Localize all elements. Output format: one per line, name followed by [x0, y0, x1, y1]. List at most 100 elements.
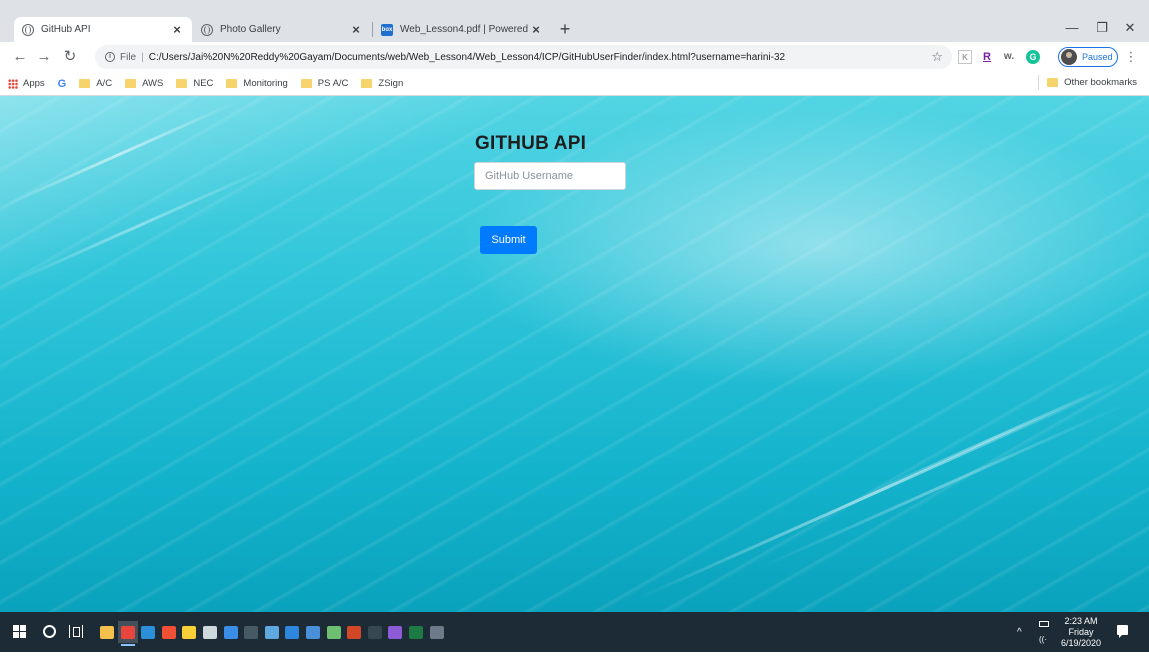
taskbar-app-git-icon[interactable]: [159, 621, 179, 643]
folder-icon: [361, 79, 373, 88]
taskbar-app-github-desktop-icon[interactable]: [385, 621, 405, 643]
excel-icon: [409, 625, 423, 639]
settings-icon: [203, 625, 217, 639]
taskbar-app-remote-desktop-icon[interactable]: [303, 621, 323, 643]
box-icon: box: [381, 23, 393, 36]
terminal-icon: [368, 625, 382, 639]
url-separator: |: [141, 51, 144, 63]
tab-title: Web_Lesson4.pdf | Powered by B: [400, 24, 529, 35]
profile-status-label: Paused: [1082, 52, 1113, 62]
submit-button[interactable]: Submit: [480, 226, 537, 254]
bookmark-google[interactable]: G: [58, 78, 67, 90]
bookmark-star-icon[interactable]: ☆: [931, 49, 943, 65]
browser-chrome: GitHub API × Photo Gallery × box Web_Les…: [0, 0, 1149, 96]
background-streak: [859, 378, 1126, 499]
tab-strip: GitHub API × Photo Gallery × box Web_Les…: [0, 0, 1149, 42]
notification-icon[interactable]: [1117, 625, 1128, 638]
search-icon[interactable]: [43, 625, 56, 638]
minimize-button[interactable]: —: [1057, 18, 1087, 38]
tab-github-api[interactable]: GitHub API ×: [14, 17, 192, 42]
vscode-icon: [141, 625, 155, 639]
bookmark-label: PS A/C: [317, 78, 349, 89]
url-text[interactable]: C:/Users/Jai%20N%20Reddy%20Gayam/Documen…: [149, 52, 932, 63]
username-input[interactable]: [474, 162, 626, 190]
taskbar-app-sticky-notes-icon[interactable]: [179, 621, 199, 643]
bookmark-label: Apps: [23, 78, 45, 89]
extension-r-icon[interactable]: R: [980, 50, 994, 64]
bookmark-folder-zsign[interactable]: ZSign: [361, 78, 403, 89]
task-view-icon[interactable]: [69, 625, 83, 638]
folder-icon: [79, 79, 91, 88]
taskbar-app-snip-tool-icon[interactable]: [427, 621, 447, 643]
background-streak: [0, 164, 275, 289]
taskbar-app-settings-icon[interactable]: [200, 621, 220, 643]
extension-w-icon[interactable]: w.: [1002, 50, 1016, 64]
taskbar-app-photos-icon[interactable]: [282, 621, 302, 643]
apps-grid-icon: [8, 78, 18, 89]
address-bar[interactable]: i File | C:/Users/Jai%20N%20Reddy%20Gaya…: [95, 45, 952, 69]
close-icon[interactable]: ×: [170, 22, 184, 37]
system-clock[interactable]: 2:23 AM Friday 6/19/2020: [1058, 616, 1104, 649]
browser-toolbar: ← → ↻ i File | C:/Users/Jai%20N%20Reddy%…: [0, 42, 1149, 72]
edge-icon: [224, 625, 238, 639]
photos-icon: [285, 625, 299, 639]
bookmark-label: AWS: [142, 78, 164, 89]
other-bookmarks-label: Other bookmarks: [1064, 77, 1137, 88]
profile-button[interactable]: Paused: [1058, 47, 1118, 67]
bookmark-folder-nec[interactable]: NEC: [176, 78, 213, 89]
bookmark-folder-ps-ac[interactable]: PS A/C: [300, 78, 349, 89]
powerpoint-icon: [347, 625, 361, 639]
bookmark-folder-monitoring[interactable]: Monitoring: [226, 78, 288, 89]
back-arrow-icon[interactable]: ←: [10, 47, 30, 67]
snip-tool-icon: [430, 625, 444, 639]
folder-icon: [176, 79, 188, 88]
other-bookmarks[interactable]: Other bookmarks: [1038, 75, 1137, 90]
media-player-icon: [244, 625, 258, 639]
close-icon[interactable]: ×: [349, 22, 363, 37]
info-icon[interactable]: i: [105, 52, 115, 62]
bookmark-apps[interactable]: Apps: [8, 78, 45, 89]
taskbar-app-calculator-icon[interactable]: [324, 621, 344, 643]
reload-icon[interactable]: ↻: [60, 47, 80, 67]
taskbar-app-excel-icon[interactable]: [406, 621, 426, 643]
tab-photo-gallery[interactable]: Photo Gallery ×: [193, 17, 371, 42]
bookmark-folder-aws[interactable]: AWS: [125, 78, 163, 89]
taskbar-app-powerpoint-icon[interactable]: [344, 621, 364, 643]
taskbar-app-terminal-icon[interactable]: [365, 621, 385, 643]
extension-grammarly-icon[interactable]: G: [1026, 50, 1040, 64]
tab-web-lesson-pdf[interactable]: box Web_Lesson4.pdf | Powered by B ×: [373, 17, 551, 42]
globe-icon: [201, 23, 213, 36]
new-tab-button[interactable]: +: [555, 20, 575, 40]
taskbar-app-paint-icon[interactable]: [262, 621, 282, 643]
clock-date: 6/19/2020: [1060, 638, 1102, 648]
tab-title: GitHub API: [41, 24, 91, 35]
git-icon: [162, 625, 176, 639]
battery-icon[interactable]: [1039, 621, 1049, 627]
extension-k-icon[interactable]: K: [958, 50, 972, 64]
close-window-button[interactable]: ✕: [1115, 18, 1145, 38]
wifi-icon[interactable]: ((·: [1039, 635, 1047, 644]
taskbar-app-file-explorer-icon[interactable]: [97, 621, 117, 643]
chevron-up-icon[interactable]: ^: [1017, 627, 1022, 638]
forward-arrow-icon[interactable]: →: [34, 47, 54, 67]
taskbar-app-vscode-icon[interactable]: [138, 621, 158, 643]
background-streak: [0, 100, 239, 209]
taskbar-app-chrome-icon[interactable]: [118, 621, 138, 646]
chrome-icon: [121, 625, 135, 639]
folder-icon: [300, 79, 312, 88]
google-icon: G: [57, 77, 67, 90]
paint-icon: [265, 625, 279, 639]
page-viewport: GITHUB API Submit: [0, 96, 1149, 612]
bookmark-label: Monitoring: [243, 78, 288, 89]
url-scheme-label: File: [120, 51, 137, 63]
windows-start-icon[interactable]: [13, 625, 27, 639]
taskbar-app-edge-icon[interactable]: [221, 621, 241, 643]
close-icon[interactable]: ×: [529, 22, 543, 37]
bookmarks-bar: Apps G A/C AWS NEC Monitoring PS A/C ZSi…: [0, 72, 1149, 95]
taskbar-app-media-player-icon[interactable]: [241, 621, 261, 643]
maximize-button[interactable]: ❐: [1087, 18, 1117, 38]
bookmark-label: NEC: [193, 78, 214, 89]
menu-dots-icon[interactable]: ⋮: [1124, 49, 1138, 65]
bookmark-folder-ac[interactable]: A/C: [79, 78, 112, 89]
file-explorer-icon: [100, 625, 114, 639]
